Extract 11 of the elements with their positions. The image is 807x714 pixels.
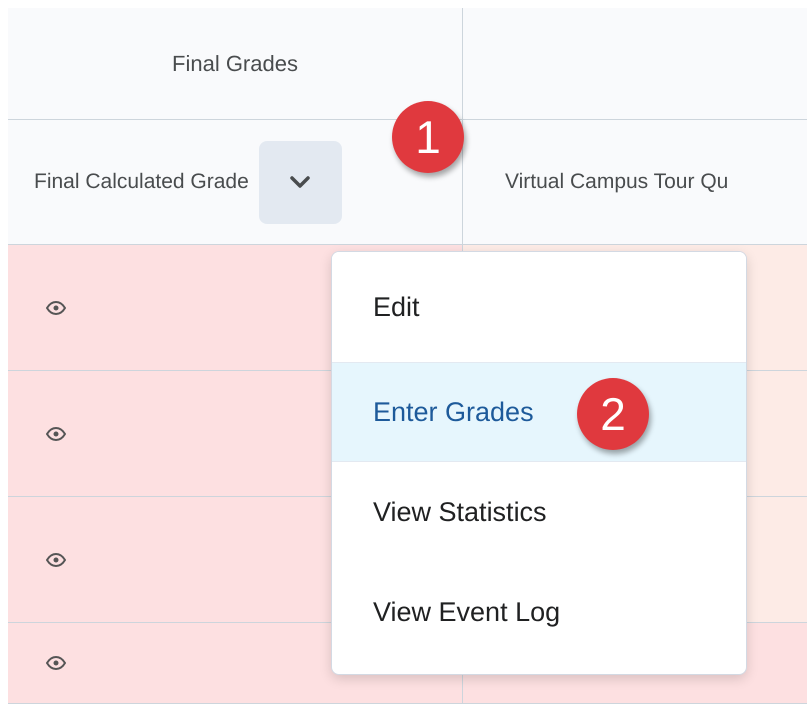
menu-item[interactable]: Edit — [332, 252, 746, 362]
chevron-down-icon — [289, 175, 312, 189]
column-header: Virtual Campus Tour Qu — [505, 169, 728, 196]
eye-icon[interactable] — [46, 552, 66, 566]
eye-icon[interactable] — [46, 426, 66, 440]
column-group-header: Final Grades — [172, 50, 298, 78]
menu-item[interactable]: View Statistics — [332, 462, 746, 562]
column-header: Final Calculated Grade — [34, 169, 249, 196]
eye-icon[interactable] — [46, 300, 66, 314]
menu-item[interactable]: View Event Log — [332, 562, 746, 662]
eye-icon[interactable] — [46, 656, 66, 670]
